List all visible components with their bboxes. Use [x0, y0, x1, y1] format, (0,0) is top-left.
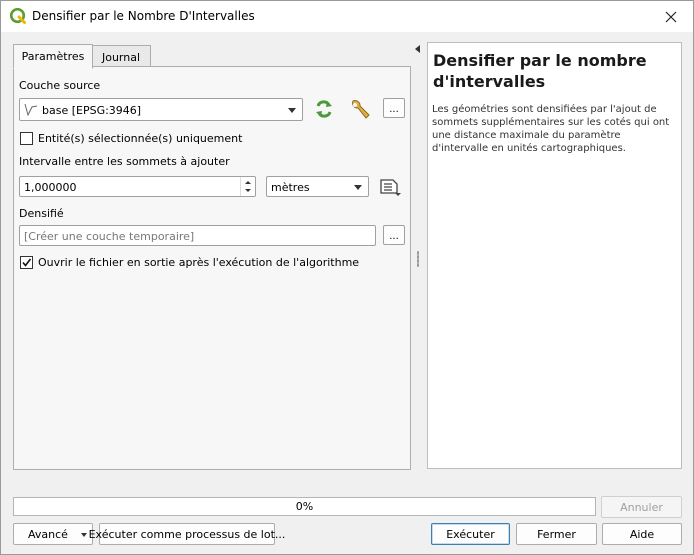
- dialog-window: Densifier par le Nombre D'Intervalles Pa…: [0, 0, 694, 555]
- checkmark-icon: [22, 258, 32, 267]
- data-defined-override-icon[interactable]: [378, 176, 402, 198]
- close-icon: [665, 11, 677, 22]
- spin-buttons[interactable]: [240, 177, 255, 196]
- help-description: Les géométries sont densifiées par l'ajo…: [432, 104, 670, 154]
- chevron-down-icon: [81, 533, 87, 537]
- window-title: Densifier par le Nombre D'Intervalles: [32, 9, 255, 23]
- advanced-label: Avancé: [28, 527, 68, 541]
- interval-spinbox[interactable]: 1,000000: [19, 176, 256, 197]
- interval-label: Intervalle entre les sommets à ajouter: [19, 155, 230, 168]
- output-placeholder: [Créer une couche temporaire]: [24, 230, 195, 243]
- open-output-label: Ouvrir le fichier en sortie après l'exéc…: [38, 256, 360, 269]
- run-button[interactable]: Exécuter: [431, 523, 510, 545]
- collapse-help-icon[interactable]: [415, 45, 420, 53]
- run-as-batch-button[interactable]: Exécuter comme processus de lot...: [89, 523, 285, 545]
- help-panel: Densifier par le nombre d'intervalles Le…: [427, 42, 682, 469]
- close-button[interactable]: Fermer: [516, 523, 597, 545]
- source-layer-combo[interactable]: base [EPSG:3946]: [19, 98, 303, 121]
- tab-label: Paramètres: [21, 50, 85, 63]
- splitter-handle[interactable]: [417, 251, 419, 267]
- unit-value: mètres: [271, 181, 310, 194]
- selected-only-checkbox[interactable]: [20, 132, 33, 145]
- cancel-button[interactable]: Annuler: [601, 496, 682, 518]
- wrench-icon[interactable]: [348, 98, 372, 122]
- interval-value: 1,000000: [24, 181, 77, 194]
- output-browse-button[interactable]: ...: [383, 225, 405, 245]
- close-window-button[interactable]: [649, 1, 693, 32]
- output-field[interactable]: [Créer une couche temporaire]: [19, 225, 376, 246]
- unit-combo[interactable]: mètres: [266, 176, 369, 197]
- iterate-icon[interactable]: [313, 98, 335, 120]
- chevron-down-icon: [354, 184, 362, 190]
- chevron-down-icon: [288, 107, 296, 113]
- qgis-logo-icon: [9, 7, 26, 24]
- help-title: Densifier par le nombre d'intervalles: [433, 51, 647, 91]
- tab-label: Journal: [101, 50, 141, 64]
- help-button[interactable]: Aide: [602, 523, 682, 545]
- open-output-checkbox[interactable]: [20, 256, 33, 269]
- advanced-button[interactable]: Avancé: [13, 523, 93, 545]
- selected-only-label: Entité(s) sélectionnée(s) uniquement: [38, 132, 243, 145]
- source-layer-label: Couche source: [19, 79, 101, 92]
- source-layer-value: base [EPSG:3946]: [42, 104, 142, 117]
- line-layer-icon: [24, 103, 38, 119]
- title-bar: Densifier par le Nombre D'Intervalles: [1, 1, 693, 32]
- progress-text: 0%: [295, 500, 314, 513]
- output-label: Densifié: [19, 207, 64, 220]
- parameters-panel: Couche source base [EPSG:3946] ... Entit…: [13, 66, 411, 470]
- tab-parametres[interactable]: Paramètres: [13, 44, 93, 69]
- progress-bar: 0%: [13, 497, 596, 516]
- source-options-button[interactable]: ...: [383, 98, 405, 118]
